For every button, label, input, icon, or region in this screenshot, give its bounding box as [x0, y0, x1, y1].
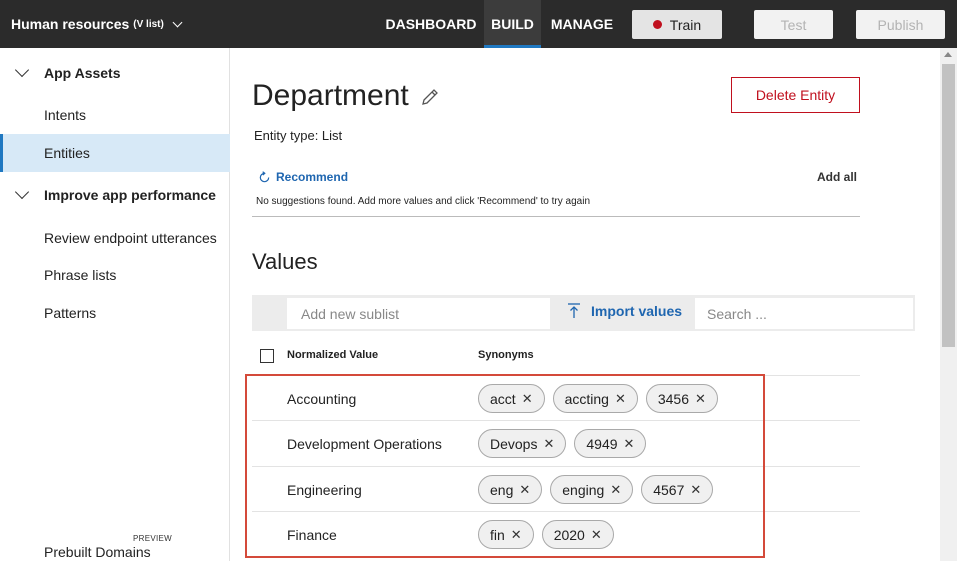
- close-icon[interactable]: ✕: [624, 436, 635, 452]
- synonym-list: Devops ✕ 4949 ✕: [478, 429, 647, 458]
- synonym-chip: 4567 ✕: [641, 475, 714, 504]
- synonym-text: 3456: [657, 390, 690, 407]
- synonym-chip: fin ✕: [478, 520, 534, 549]
- app-version: (V list): [133, 18, 164, 30]
- synonym-list: fin ✕ 2020 ✕: [478, 520, 614, 549]
- values-heading: Values: [252, 249, 318, 274]
- close-icon[interactable]: ✕: [615, 391, 626, 407]
- publish-button[interactable]: Publish: [856, 10, 945, 39]
- nav-dashboard[interactable]: DASHBOARD: [383, 0, 479, 48]
- sidebar-group-label: App Assets: [44, 65, 121, 81]
- synonym-list: eng ✕ enging ✕ 4567 ✕: [478, 475, 714, 504]
- chevron-down-icon: [14, 184, 30, 200]
- table-row: Finance fin ✕ 2020 ✕: [252, 511, 860, 556]
- train-label: Train: [669, 16, 702, 33]
- add-sublist-input[interactable]: [287, 298, 550, 329]
- app-name: Human resources: [11, 16, 130, 32]
- close-icon[interactable]: ✕: [543, 436, 554, 452]
- synonym-text: 4567: [653, 481, 685, 498]
- close-icon[interactable]: ✕: [519, 482, 530, 498]
- table-row: Development Operations Devops ✕ 4949 ✕: [252, 420, 860, 465]
- synonym-text: eng: [490, 481, 514, 498]
- synonym-chip: accting ✕: [552, 384, 638, 413]
- scroll-up-icon[interactable]: [944, 52, 952, 57]
- add-all-button[interactable]: Add all: [817, 170, 857, 184]
- nav-build[interactable]: BUILD: [484, 0, 541, 48]
- sidebar-group-improve[interactable]: Improve app performance: [0, 178, 230, 212]
- synonym-list: acct ✕ accting ✕ 3456 ✕: [478, 384, 718, 413]
- synonym-chip: 2020 ✕: [541, 520, 614, 549]
- close-icon[interactable]: ✕: [610, 482, 621, 498]
- divider: [252, 216, 860, 217]
- synonym-text: Devops: [490, 435, 538, 452]
- chevron-down-icon: [172, 17, 183, 27]
- synonym-chip: enging ✕: [550, 475, 634, 504]
- page-title: Department: [252, 79, 409, 112]
- normalized-value[interactable]: Development Operations: [287, 436, 442, 452]
- normalized-value[interactable]: Engineering: [287, 482, 362, 498]
- synonym-chip: 4949 ✕: [574, 429, 647, 458]
- import-values-label: Import values: [591, 303, 683, 319]
- select-all-checkbox[interactable]: [260, 349, 274, 363]
- top-bar: Human resources (V list) DASHBOARD BUILD…: [0, 0, 957, 48]
- upload-arrow-icon: [568, 303, 580, 318]
- close-icon[interactable]: ✕: [522, 391, 533, 407]
- sidebar-item-prebuilt-domains[interactable]: Prebuilt Domains: [0, 533, 230, 561]
- synonym-text: enging: [562, 481, 605, 498]
- pencil-icon[interactable]: [420, 87, 440, 107]
- app-switcher[interactable]: Human resources (V list): [11, 16, 183, 32]
- synonym-text: acct: [490, 390, 516, 407]
- train-status-dot-icon: [652, 20, 662, 29]
- synonym-text: accting: [564, 390, 609, 407]
- normalized-value[interactable]: Finance: [287, 527, 337, 543]
- synonym-chip: Devops ✕: [478, 429, 567, 458]
- test-button[interactable]: Test: [754, 10, 833, 39]
- sidebar-item-patterns[interactable]: Patterns: [0, 294, 230, 332]
- sidebar-item-intents[interactable]: Intents: [0, 96, 230, 134]
- sidebar-group-app-assets[interactable]: App Assets: [0, 56, 230, 90]
- search-input[interactable]: [695, 298, 913, 329]
- sidebar-item-review-endpoint-utterances[interactable]: Review endpoint utterances: [0, 219, 230, 257]
- synonym-text: fin: [490, 526, 505, 543]
- train-button[interactable]: Train: [632, 10, 722, 39]
- synonym-chip: 3456 ✕: [645, 384, 718, 413]
- close-icon[interactable]: ✕: [690, 482, 701, 498]
- close-icon[interactable]: ✕: [695, 391, 706, 407]
- recommend-label: Recommend: [276, 170, 349, 184]
- table-row: Engineering eng ✕ enging ✕ 4567 ✕: [252, 466, 860, 511]
- sidebar-group-label: Improve app performance: [44, 187, 216, 203]
- normalized-value[interactable]: Accounting: [287, 391, 356, 407]
- recommend-button[interactable]: Recommend: [258, 170, 348, 184]
- sidebar-item-entities[interactable]: Entities: [0, 134, 230, 172]
- sidebar: App Assets Intents Entities Improve app …: [0, 48, 230, 561]
- close-icon[interactable]: ✕: [591, 527, 602, 543]
- entity-type-label: Entity type: List: [254, 128, 343, 143]
- refresh-icon: [259, 170, 270, 182]
- scrollbar-thumb[interactable]: [942, 64, 955, 347]
- sidebar-item-phrase-lists[interactable]: Phrase lists: [0, 256, 230, 294]
- close-icon[interactable]: ✕: [511, 527, 522, 543]
- nav-manage[interactable]: MANAGE: [545, 0, 619, 48]
- synonym-text: 4949: [586, 435, 618, 452]
- synonym-chip: eng ✕: [478, 475, 543, 504]
- no-suggestions-message: No suggestions found. Add more values an…: [256, 196, 590, 207]
- table-row: Accounting acct ✕ accting ✕ 3456 ✕: [252, 375, 860, 420]
- delete-entity-button[interactable]: Delete Entity: [731, 77, 860, 113]
- chevron-down-icon: [14, 62, 30, 78]
- column-header-normalized-value: Normalized Value: [287, 349, 379, 361]
- synonym-text: 2020: [553, 526, 585, 543]
- column-header-synonyms: Synonyms: [478, 349, 534, 361]
- synonym-chip: acct ✕: [478, 384, 545, 413]
- import-values-button[interactable]: Import values: [567, 303, 682, 319]
